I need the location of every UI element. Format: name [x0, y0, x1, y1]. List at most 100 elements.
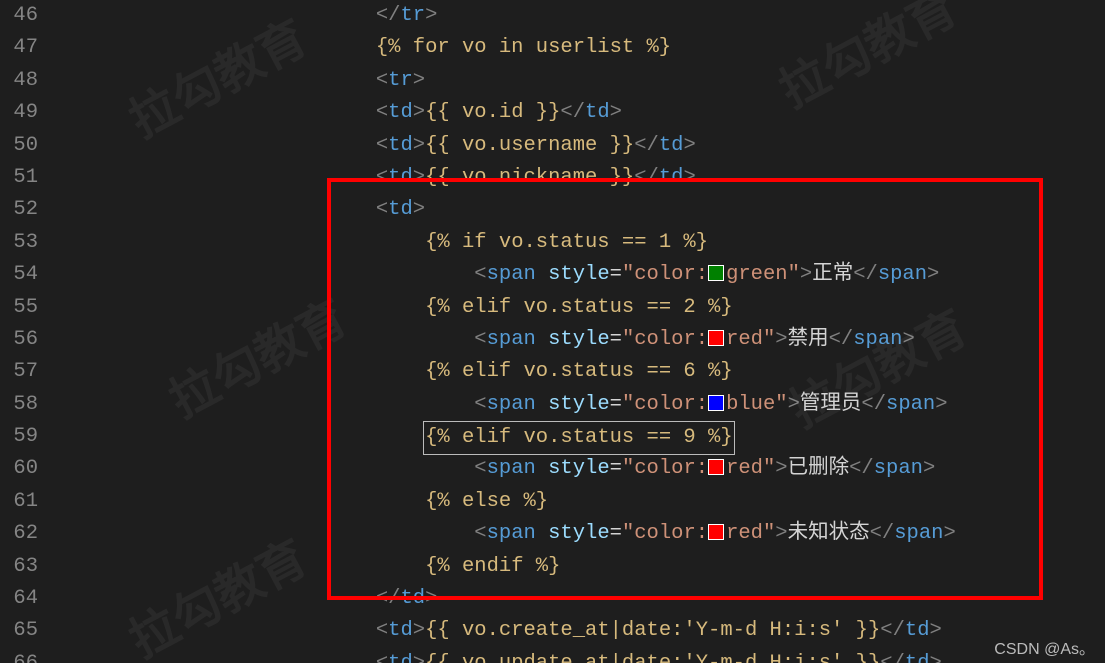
string: "	[775, 393, 787, 416]
line-number: 46	[0, 0, 38, 32]
tag-name: span	[487, 393, 536, 416]
tag-name: td	[388, 166, 413, 189]
line-number: 58	[0, 389, 38, 421]
indent	[56, 453, 376, 485]
color-swatch-icon	[708, 395, 724, 411]
line-number: 66	[0, 648, 38, 663]
code-editor[interactable]: 46 47 48 49 50 51 52 53 54 55 56 57 58 5…	[0, 0, 1105, 663]
code-line[interactable]: <span style="color:blue">管理员</span>	[56, 389, 1105, 421]
string: red	[726, 522, 763, 545]
code-line[interactable]: <span style="color:red">禁用</span>	[56, 324, 1105, 356]
template-expr: {{ vo.create_at|date:'Y-m-d H:i:s' }}	[425, 619, 880, 642]
line-number: 52	[0, 194, 38, 226]
tag-name: span	[874, 457, 923, 480]
code-line[interactable]: <td>{{ vo.nickname }}</td>	[56, 162, 1105, 194]
line-number: 59	[0, 421, 38, 453]
line-number: 57	[0, 356, 38, 388]
tag-name: td	[388, 619, 413, 642]
csdn-watermark: CSDN @As。	[994, 635, 1095, 659]
tag-name: span	[487, 457, 536, 480]
color-swatch-icon	[708, 265, 724, 281]
string: "	[763, 522, 775, 545]
text-content: 禁用	[788, 328, 829, 351]
code-line[interactable]: <span style="color:green">正常</span>	[56, 259, 1105, 291]
attr-name: style	[548, 263, 610, 286]
line-number: 50	[0, 130, 38, 162]
code-line[interactable]: {% for vo in userlist %}	[56, 32, 1105, 64]
indent	[56, 130, 376, 162]
attr-name: style	[548, 328, 610, 351]
tag-name: td	[659, 134, 684, 157]
color-swatch-icon	[708, 459, 724, 475]
code-line[interactable]: <td>{{ vo.create_at|date:'Y-m-d H:i:s' }…	[56, 615, 1105, 647]
code-line[interactable]: {% elif vo.status == 6 %}	[56, 356, 1105, 388]
indent	[56, 389, 376, 421]
line-number: 61	[0, 486, 38, 518]
code-line[interactable]: {% elif vo.status == 9 %}	[56, 421, 1105, 453]
template-expr: {{ vo.nickname }}	[425, 166, 634, 189]
tag-name: td	[585, 101, 610, 124]
template-tag: {% elif vo.status == 6 %}	[425, 360, 733, 383]
tag-name: span	[878, 263, 927, 286]
line-number: 53	[0, 227, 38, 259]
template-tag: {% else %}	[425, 490, 548, 513]
line-number: 64	[0, 583, 38, 615]
string: "	[763, 457, 775, 480]
cursor-selection: {% elif vo.status == 9 %}	[423, 421, 735, 455]
code-line[interactable]: <tr>	[56, 65, 1105, 97]
code-line[interactable]: <span style="color:red">未知状态</span>	[56, 518, 1105, 550]
string: "color:	[622, 522, 708, 545]
code-line[interactable]: {% elif vo.status == 2 %}	[56, 292, 1105, 324]
code-area[interactable]: </tr> {% for vo in userlist %} <tr> <td>…	[56, 0, 1105, 663]
tag-name: span	[487, 522, 536, 545]
code-line[interactable]: {% if vo.status == 1 %}	[56, 227, 1105, 259]
string: "color:	[622, 263, 708, 286]
template-expr: {{ vo.id }}	[425, 101, 560, 124]
indent	[56, 324, 376, 356]
code-line[interactable]: {% else %}	[56, 486, 1105, 518]
line-number-gutter: 46 47 48 49 50 51 52 53 54 55 56 57 58 5…	[0, 0, 56, 663]
code-line[interactable]: <td>{{ vo.update_at|date:'Y-m-d H:i:s' }…	[56, 648, 1105, 663]
text-content: 已删除	[788, 457, 850, 480]
tag-name: td	[400, 587, 425, 610]
tag-name: span	[487, 328, 536, 351]
text-content: 管理员	[800, 393, 862, 416]
code-line[interactable]: <span style="color:red">已删除</span>	[56, 453, 1105, 485]
indent	[56, 0, 376, 32]
indent	[56, 615, 376, 647]
indent	[56, 518, 376, 550]
code-line[interactable]: </td>	[56, 583, 1105, 615]
code-line[interactable]: <td>{{ vo.username }}</td>	[56, 130, 1105, 162]
line-number: 65	[0, 615, 38, 647]
tag-name: span	[886, 393, 935, 416]
attr-name: style	[548, 457, 610, 480]
indent	[56, 551, 376, 583]
tag-name: td	[905, 619, 930, 642]
text-content: 正常	[812, 263, 853, 286]
tag-name: td	[388, 134, 413, 157]
indent	[56, 32, 376, 64]
code-line[interactable]: <td>	[56, 194, 1105, 226]
tag-name: td	[388, 101, 413, 124]
string: blue	[726, 393, 775, 416]
tag-name: tr	[388, 69, 413, 92]
line-number: 51	[0, 162, 38, 194]
indent	[56, 194, 376, 226]
tag-name: span	[487, 263, 536, 286]
line-number: 55	[0, 292, 38, 324]
string: "color:	[622, 457, 708, 480]
tag-name: span	[894, 522, 943, 545]
template-tag: % elif vo.status == 9 %}	[437, 426, 732, 449]
tag-name: td	[388, 198, 413, 221]
line-number: 47	[0, 32, 38, 64]
template-tag: {% if vo.status == 1 %}	[425, 231, 708, 254]
code-line[interactable]: {% endif %}	[56, 551, 1105, 583]
indent	[56, 65, 376, 97]
template-tag: {% for vo in userlist %}	[376, 36, 671, 59]
code-line[interactable]: <td>{{ vo.id }}</td>	[56, 97, 1105, 129]
template-tag: {% elif vo.status == 2 %}	[425, 296, 733, 319]
tag-name: span	[853, 328, 902, 351]
code-line[interactable]: </tr>	[56, 0, 1105, 32]
tag-name: td	[659, 166, 684, 189]
template-tag: {	[425, 426, 437, 449]
